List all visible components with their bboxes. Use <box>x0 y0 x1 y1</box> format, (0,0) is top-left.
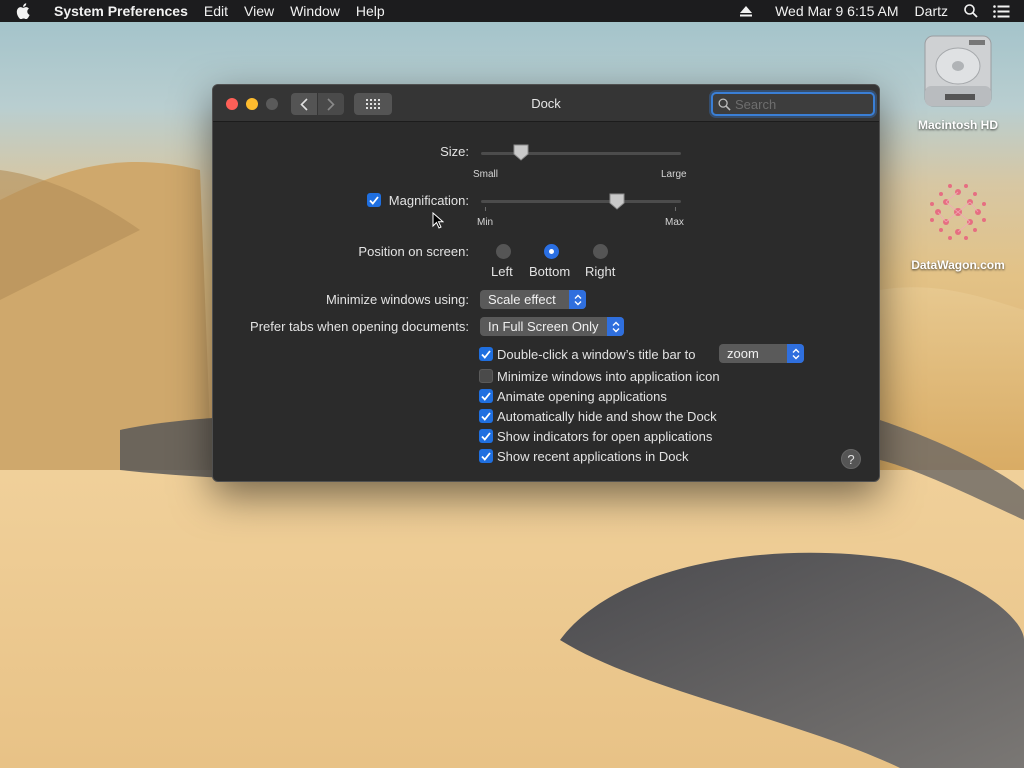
title-bar[interactable]: Dock <box>213 85 879 122</box>
mouse-pointer-icon <box>432 212 444 229</box>
magnification-tick <box>485 207 486 211</box>
minimize-into-icon-checkbox[interactable] <box>479 369 493 383</box>
help-button[interactable]: ? <box>841 449 861 469</box>
prefer-tabs-label: Prefer tabs when opening documents: <box>250 319 469 334</box>
eject-icon[interactable] <box>735 0 757 22</box>
desktop-icon-datawagon[interactable]: DataWagon.com <box>903 172 1013 272</box>
size-label: Size: <box>440 144 469 159</box>
option-label: Animate opening applications <box>497 389 667 404</box>
checkmark-icon <box>369 195 379 205</box>
position-left-radio[interactable] <box>496 244 511 259</box>
apple-icon[interactable] <box>12 0 34 22</box>
double-click-label: Double-click a window’s title bar to <box>497 347 696 362</box>
magnification-slider-thumb[interactable] <box>609 193 625 210</box>
zoom-button[interactable] <box>266 98 278 110</box>
chevron-left-icon <box>300 97 308 111</box>
minimize-effect-popup[interactable]: Scale effect <box>480 290 586 309</box>
search-field[interactable] <box>711 92 875 116</box>
chevron-right-icon <box>327 97 335 111</box>
popup-arrows-icon <box>787 344 804 363</box>
size-max-label: Large <box>661 169 687 180</box>
menu-edit[interactable]: Edit <box>196 0 236 22</box>
hard-drive-icon <box>924 35 992 107</box>
show-indicators-checkbox[interactable] <box>479 429 493 443</box>
prefer-tabs-popup[interactable]: In Full Screen Only <box>480 317 624 336</box>
menu-clock[interactable]: Wed Mar 9 6:15 AM <box>767 0 906 22</box>
menu-bar: System Preferences Edit View Window Help… <box>0 0 1024 22</box>
show-all-button[interactable] <box>354 93 392 115</box>
menu-view[interactable]: View <box>236 0 282 22</box>
checkmark-icon <box>481 411 491 421</box>
position-left-label: Left <box>491 264 513 279</box>
position-label: Position on screen: <box>358 244 469 259</box>
size-slider-thumb[interactable] <box>513 144 529 161</box>
double-click-action-popup[interactable]: zoom <box>719 344 804 363</box>
magnification-label: Magnification: <box>388 193 469 208</box>
magnification-max-label: Max <box>665 217 684 228</box>
close-button[interactable] <box>226 98 238 110</box>
position-bottom-radio[interactable] <box>544 244 559 259</box>
spotlight-search-icon[interactable] <box>960 0 982 22</box>
magnification-checkbox[interactable] <box>367 193 381 207</box>
double-click-checkbox[interactable] <box>479 347 493 361</box>
option-label: Minimize windows into application icon <box>497 369 720 384</box>
magnification-tick <box>675 207 676 211</box>
size-min-label: Small <box>473 169 499 180</box>
checkmark-icon <box>481 431 491 441</box>
search-icon <box>718 97 731 111</box>
popup-arrows-icon <box>569 290 586 309</box>
popup-value: zoom <box>727 346 759 361</box>
minimize-button[interactable] <box>246 98 258 110</box>
position-right-label: Right <box>585 264 616 279</box>
option-label: Show recent applications in Dock <box>497 449 689 464</box>
forward-button[interactable] <box>318 93 344 115</box>
back-button[interactable] <box>291 93 317 115</box>
option-label: Automatically hide and show the Dock <box>497 409 717 424</box>
popup-value: In Full Screen Only <box>488 319 599 334</box>
menu-help[interactable]: Help <box>348 0 393 22</box>
desktop-icon-macintosh-hd[interactable]: Macintosh HD <box>903 32 1013 132</box>
notification-center-icon[interactable] <box>990 0 1012 22</box>
minimize-using-label: Minimize windows using: <box>325 292 469 307</box>
dock-preferences-window: Dock Size: Small Large Magnification: Mi… <box>212 84 880 482</box>
autohide-dock-checkbox[interactable] <box>479 409 493 423</box>
menu-app-name[interactable]: System Preferences <box>46 0 196 22</box>
grid-icon <box>366 99 380 109</box>
menu-window[interactable]: Window <box>282 0 348 22</box>
popup-value: Scale effect <box>488 292 556 307</box>
menu-user[interactable]: Dartz <box>907 0 956 22</box>
position-right-radio[interactable] <box>593 244 608 259</box>
animate-opening-checkbox[interactable] <box>479 389 493 403</box>
checkmark-icon <box>481 451 491 461</box>
size-slider-track[interactable] <box>481 152 681 155</box>
desktop-icon-label: DataWagon.com <box>911 258 1005 272</box>
desktop-icon-label: Macintosh HD <box>917 118 998 132</box>
magnification-min-label: Min <box>477 217 494 228</box>
datawagon-logo-icon <box>930 184 986 240</box>
magnification-slider-track[interactable] <box>481 200 681 203</box>
search-input[interactable] <box>735 96 855 112</box>
position-bottom-label: Bottom <box>529 264 571 279</box>
option-label: Show indicators for open applications <box>497 429 713 444</box>
show-recent-apps-checkbox[interactable] <box>479 449 493 463</box>
checkmark-icon <box>481 391 491 401</box>
checkmark-icon <box>481 349 491 359</box>
popup-arrows-icon <box>607 317 624 336</box>
